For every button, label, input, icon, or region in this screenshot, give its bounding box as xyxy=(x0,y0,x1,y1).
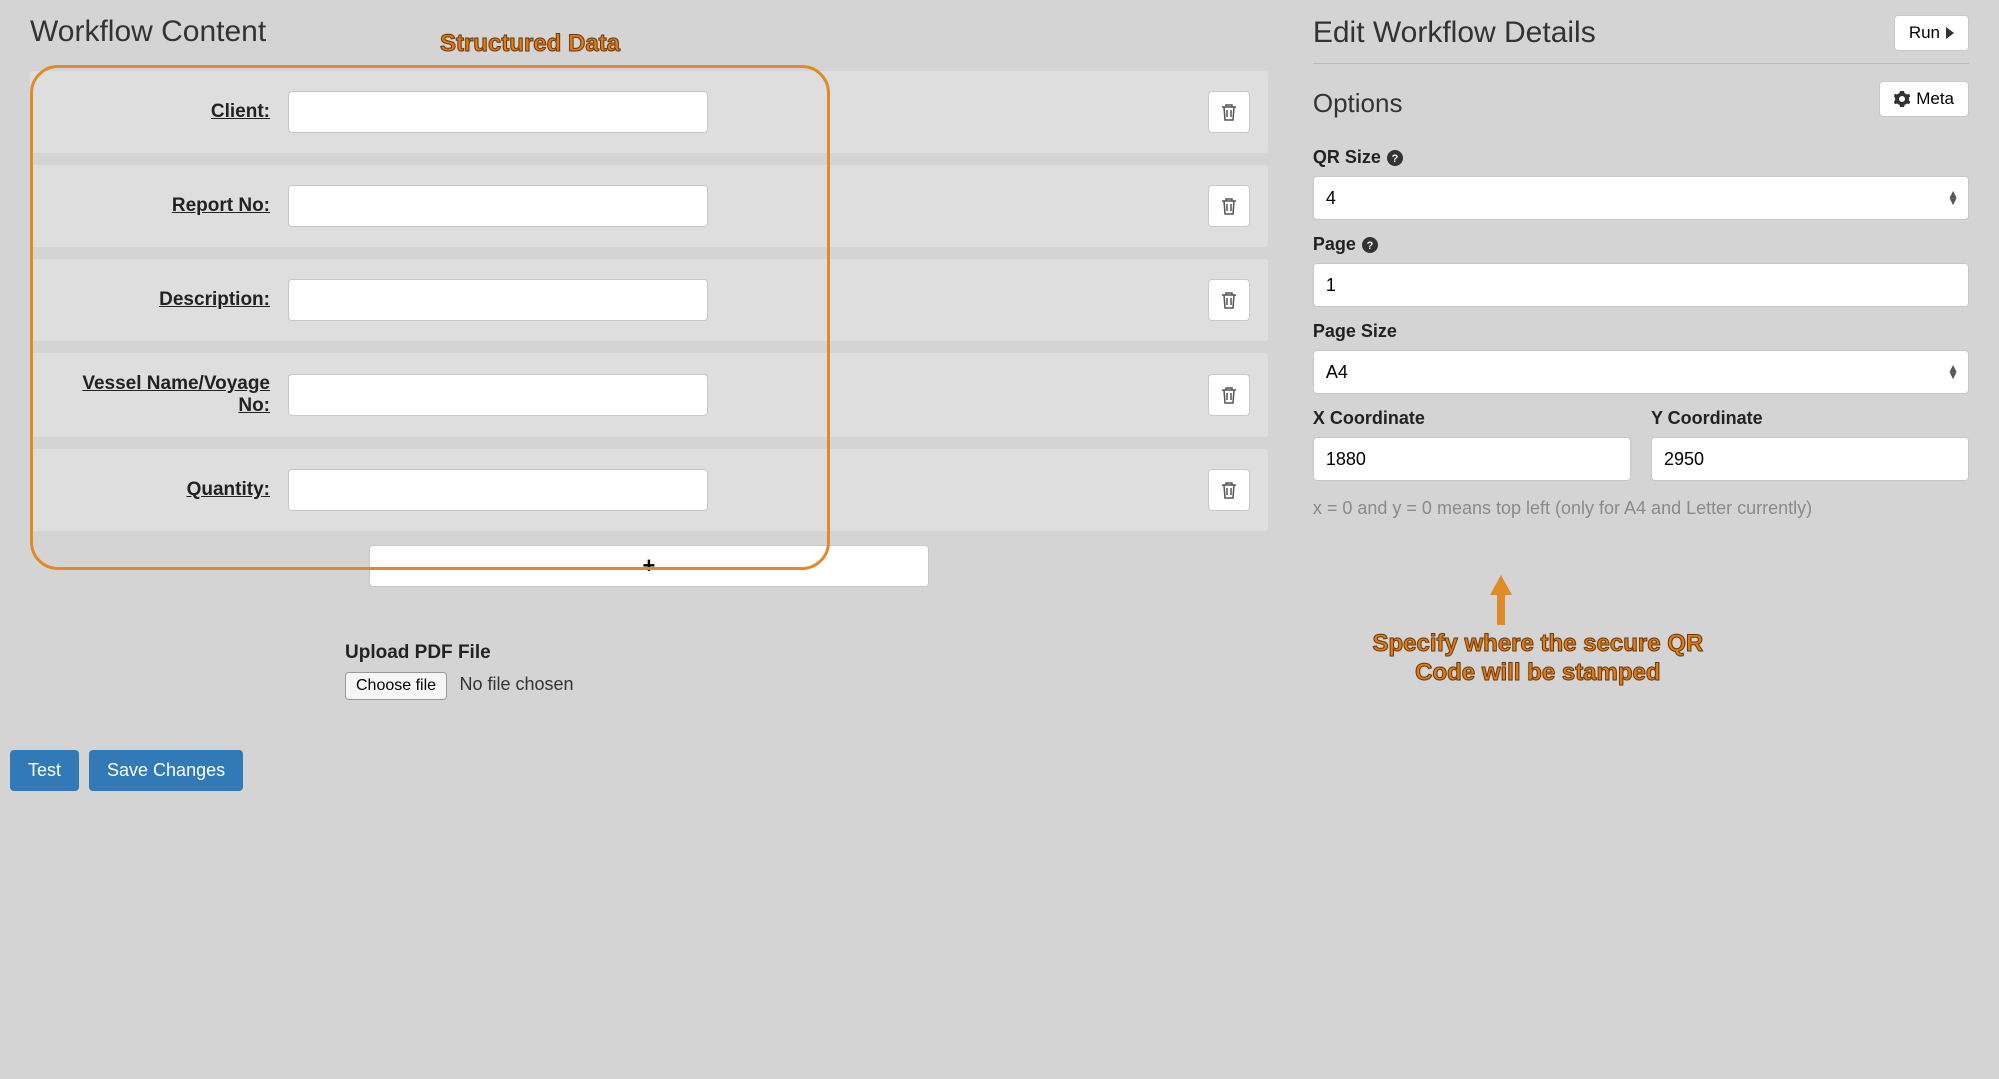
field-label: Vessel Name/Voyage No: xyxy=(48,373,278,417)
coordinate-hint-text: x = 0 and y = 0 means top left (only for… xyxy=(1313,495,1969,522)
upload-section: Upload PDF File Choose file No file chos… xyxy=(345,642,1268,700)
fields-list: Client: Report No: xyxy=(30,71,1268,531)
field-input-vessel[interactable] xyxy=(288,374,708,416)
field-input-client[interactable] xyxy=(288,91,708,133)
choose-file-button[interactable]: Choose file xyxy=(345,672,447,700)
options-heading: Options xyxy=(1313,88,1403,119)
svg-text:?: ? xyxy=(1392,153,1399,165)
field-label: Report No: xyxy=(48,195,278,217)
delete-field-button[interactable] xyxy=(1208,469,1250,511)
delete-field-button[interactable] xyxy=(1208,185,1250,227)
x-coordinate-label: X Coordinate xyxy=(1313,408,1425,429)
delete-field-button[interactable] xyxy=(1208,91,1250,133)
field-input-quantity[interactable] xyxy=(288,469,708,511)
caret-right-icon xyxy=(1946,27,1954,39)
trash-icon xyxy=(1220,290,1238,310)
trash-icon xyxy=(1220,385,1238,405)
page-size-label: Page Size xyxy=(1313,321,1397,342)
field-row-client: Client: xyxy=(30,71,1268,153)
page-label: Page xyxy=(1313,234,1356,255)
annotation-arrow-icon xyxy=(1488,575,1514,625)
page-size-select[interactable]: A4 xyxy=(1313,350,1969,394)
save-changes-button[interactable]: Save Changes xyxy=(89,750,243,791)
field-row-report-no: Report No: xyxy=(30,165,1268,247)
trash-icon xyxy=(1220,102,1238,122)
trash-icon xyxy=(1220,480,1238,500)
x-coordinate-input[interactable] xyxy=(1313,437,1631,481)
help-icon[interactable]: ? xyxy=(1362,237,1378,253)
field-label: Description: xyxy=(48,289,278,311)
y-coordinate-input[interactable] xyxy=(1651,437,1969,481)
field-label: Quantity: xyxy=(48,479,278,501)
upload-pdf-label: Upload PDF File xyxy=(345,642,1268,664)
field-label: Client: xyxy=(48,101,278,123)
delete-field-button[interactable] xyxy=(1208,374,1250,416)
qr-size-select[interactable]: 4 xyxy=(1313,176,1969,220)
field-input-description[interactable] xyxy=(288,279,708,321)
edit-workflow-details-title: Edit Workflow Details xyxy=(1313,16,1596,50)
qr-size-label: QR Size xyxy=(1313,147,1381,168)
add-field-button[interactable]: + xyxy=(369,545,929,587)
page-input[interactable] xyxy=(1313,263,1969,307)
y-coordinate-label: Y Coordinate xyxy=(1651,408,1763,429)
gear-icon xyxy=(1894,91,1910,107)
meta-button[interactable]: Meta xyxy=(1879,81,1969,117)
meta-button-label: Meta xyxy=(1916,89,1954,109)
no-file-chosen-text: No file chosen xyxy=(460,674,574,694)
trash-icon xyxy=(1220,196,1238,216)
field-input-report-no[interactable] xyxy=(288,185,708,227)
qr-position-annotation: Specify where the secure QR Code will be… xyxy=(1358,630,1718,688)
svg-text:?: ? xyxy=(1367,240,1374,252)
workflow-content-title: Workflow Content xyxy=(30,15,1268,49)
field-row-description: Description: xyxy=(30,259,1268,341)
run-button[interactable]: Run xyxy=(1894,15,1969,51)
test-button[interactable]: Test xyxy=(10,750,79,791)
run-button-label: Run xyxy=(1909,23,1940,43)
field-row-vessel: Vessel Name/Voyage No: xyxy=(30,353,1268,437)
delete-field-button[interactable] xyxy=(1208,279,1250,321)
field-row-quantity: Quantity: xyxy=(30,449,1268,531)
help-icon[interactable]: ? xyxy=(1387,150,1403,166)
